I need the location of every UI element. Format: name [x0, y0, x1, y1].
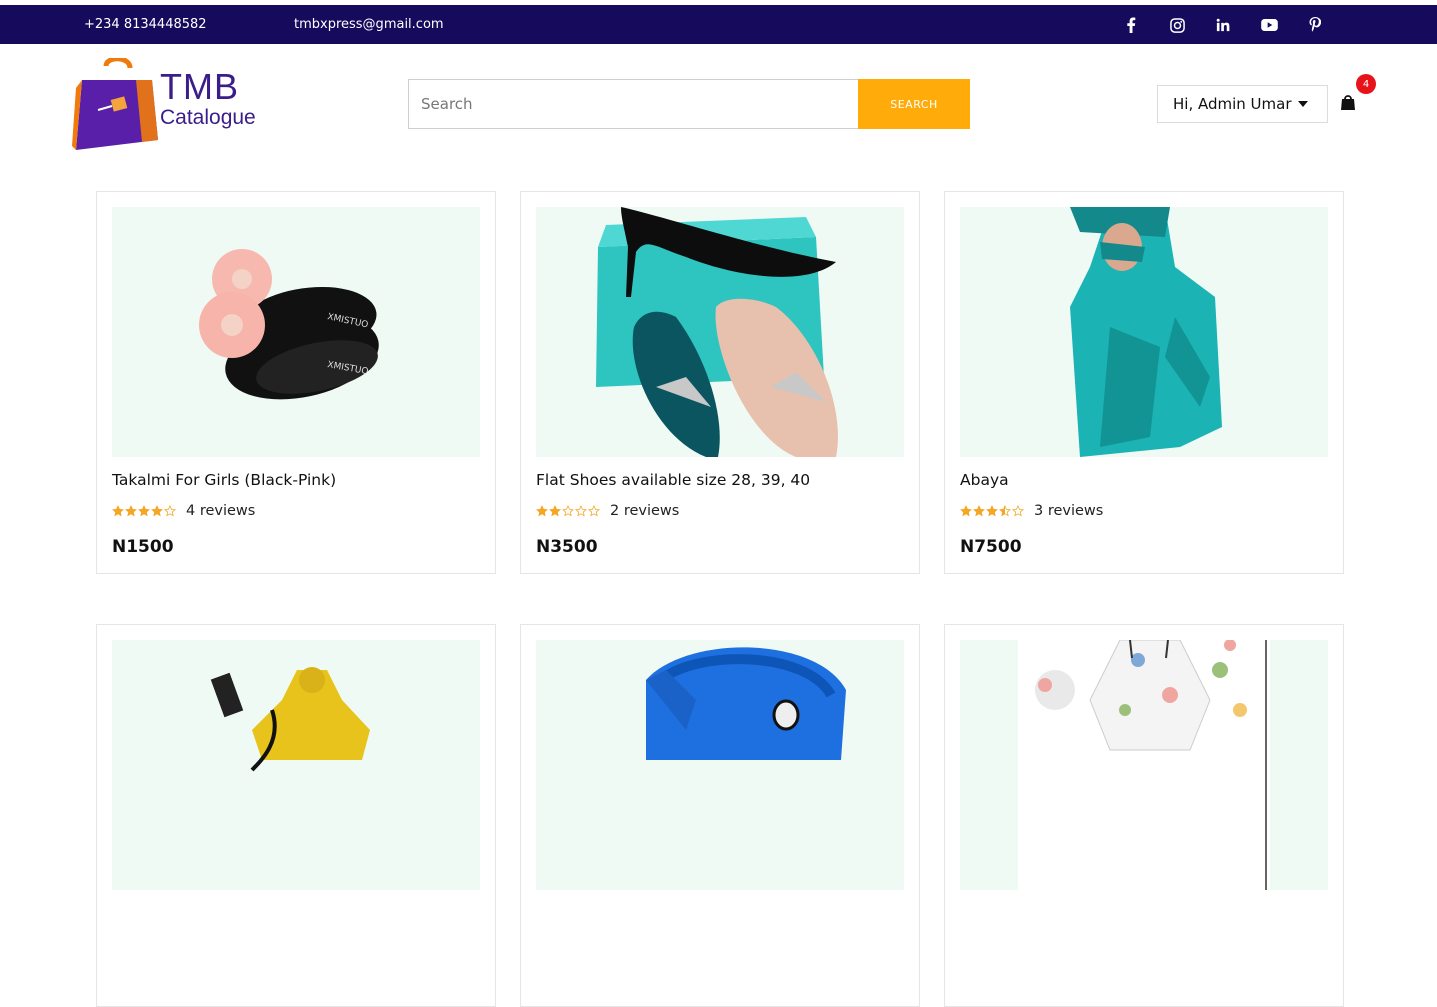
user-greeting: Hi, Admin Umar [1173, 95, 1292, 113]
site-header: TMB Catalogue SEARCH Hi, Admin Umar 4 [0, 44, 1437, 164]
review-count: 4 reviews [186, 503, 256, 519]
star-icon [112, 505, 124, 517]
star-icon [138, 505, 150, 517]
star-icon [1012, 505, 1024, 517]
linkedin-icon[interactable] [1213, 15, 1233, 35]
product-card[interactable] [96, 624, 496, 1007]
product-card[interactable]: Flat Shoes available size 28, 39, 40 2 r… [520, 191, 920, 574]
product-image[interactable]: XMISTUO XMISTUO [112, 207, 480, 457]
star-icon [999, 505, 1011, 517]
product-rating: 4 reviews [112, 503, 255, 519]
product-title[interactable]: Takalmi For Girls (Black-Pink) [112, 471, 336, 489]
star-rating [960, 505, 1024, 517]
star-icon [588, 505, 600, 517]
product-image[interactable] [536, 207, 904, 457]
caret-down-icon [1297, 101, 1308, 107]
tmb-logo[interactable]: TMB Catalogue [72, 58, 272, 152]
cart-count-badge: 4 [1356, 74, 1376, 94]
review-count: 2 reviews [610, 503, 680, 519]
product-price: N7500 [960, 537, 1022, 557]
email-address[interactable]: tmbxpress@gmail.com [294, 17, 444, 32]
product-title[interactable]: Flat Shoes available size 28, 39, 40 [536, 471, 810, 489]
search-input[interactable] [408, 79, 858, 129]
star-icon [986, 505, 998, 517]
product-price: N3500 [536, 537, 598, 557]
star-icon [562, 505, 574, 517]
user-menu-dropdown[interactable]: Hi, Admin Umar [1157, 85, 1328, 123]
product-card[interactable]: Abaya 3 reviews N7500 [944, 191, 1344, 574]
product-image[interactable] [536, 640, 904, 890]
star-icon [125, 505, 137, 517]
review-count: 3 reviews [1034, 503, 1104, 519]
social-links [1121, 15, 1325, 35]
logo-sub-text: Catalogue [160, 106, 256, 129]
product-image[interactable] [112, 640, 480, 890]
product-image[interactable] [960, 640, 1328, 890]
product-card[interactable] [520, 624, 920, 1007]
logo-brand-text: TMB [160, 66, 239, 107]
product-card[interactable]: XMISTUO XMISTUO Takalmi For Girls (Black… [96, 191, 496, 574]
pinterest-icon[interactable] [1305, 15, 1325, 35]
product-card[interactable] [944, 624, 1344, 1007]
star-rating [112, 505, 176, 517]
product-rating: 2 reviews [536, 503, 679, 519]
star-icon [536, 505, 548, 517]
facebook-icon[interactable] [1121, 15, 1141, 35]
instagram-icon[interactable] [1167, 15, 1187, 35]
shopping-bag-icon[interactable] [1340, 94, 1358, 112]
product-image[interactable] [960, 207, 1328, 457]
star-rating [536, 505, 600, 517]
search-button[interactable]: SEARCH [858, 79, 970, 129]
product-rating: 3 reviews [960, 503, 1103, 519]
shopping-bag-logo-icon [72, 58, 158, 150]
star-icon [549, 505, 561, 517]
star-icon [960, 505, 972, 517]
star-icon [151, 505, 163, 517]
youtube-icon[interactable] [1259, 15, 1279, 35]
product-title[interactable]: Abaya [960, 471, 1009, 489]
phone-number: +234 8134448582 [84, 17, 207, 32]
star-icon [973, 505, 985, 517]
top-contact-bar: +234 8134448582 tmbxpress@gmail.com [0, 5, 1437, 44]
star-icon [575, 505, 587, 517]
product-price: N1500 [112, 537, 174, 557]
star-icon [164, 505, 176, 517]
